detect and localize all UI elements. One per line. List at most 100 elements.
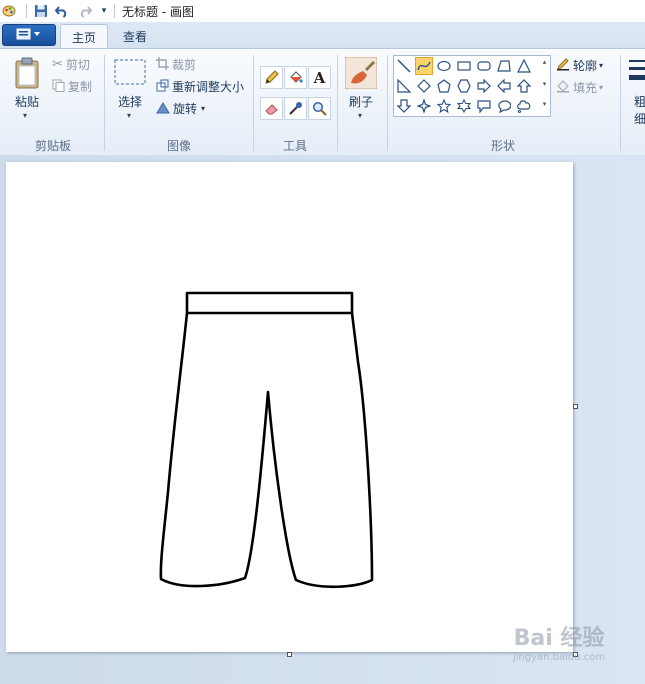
brush-button[interactable]: 刷子 ▾ [342,55,380,130]
pants-drawing [159,291,374,589]
title-separator [26,4,27,18]
group-separator [253,55,254,151]
brush-label: 刷子 [348,95,373,109]
select-rectangle-icon [114,59,146,88]
copy-button[interactable]: 复制 [52,78,92,95]
shapes-group-label: 形状 [490,139,515,153]
eraser-icon[interactable] [260,97,283,120]
pants-waistband [185,291,354,315]
file-menu-icon [16,28,42,43]
redo-icon[interactable] [76,3,92,19]
pentagon-shape-icon[interactable] [435,77,453,95]
cut-button[interactable]: ✂ 剪切 [52,56,90,73]
size-label-top: 粗 [634,95,645,109]
size-button[interactable]: 粗 细 [626,55,645,130]
cloud-callout-shape-icon[interactable] [515,97,533,115]
select-dropdown-icon: ▾ [127,111,132,120]
canvas-resize-handle-bottom[interactable] [287,652,292,657]
fill-shape-button[interactable]: 填充 ▾ [556,79,603,96]
paste-label: 粘贴 [14,95,39,109]
hexagon-shape-icon[interactable] [455,77,473,95]
rotate-dropdown-icon: ▾ [201,104,206,113]
copy-label: 复制 [68,80,93,94]
rotate-button[interactable]: 旋转 ▾ [156,100,205,117]
shapes-gallery: ▴ ▾ ▾ [393,55,551,117]
save-icon[interactable] [33,3,49,19]
size-label-bottom: 细 [634,112,645,126]
down-arrow-shape-icon[interactable] [395,97,413,115]
diamond-shape-icon[interactable] [415,77,433,95]
four-point-star-shape-icon[interactable] [415,97,433,115]
resize-label: 重新调整大小 [172,80,245,94]
fill-icon[interactable] [284,66,307,89]
tools-group-label: 工具 [282,139,307,153]
pencil-icon[interactable] [260,66,283,89]
fill-shape-label: 填充 [573,81,598,95]
shapes-scroll-up-icon[interactable]: ▴ [540,58,549,66]
rotate-icon [156,101,170,117]
rotate-label: 旋转 [173,102,198,116]
outline-icon [556,57,570,74]
left-arrow-shape-icon[interactable] [495,77,513,95]
window-title: 无标题 - 画图 [122,5,194,19]
triangle-shape-icon[interactable] [515,57,533,75]
shapes-scroll-down-icon[interactable]: ▾ [540,80,549,88]
baidu-watermark: Bai 经验 jingyan.baidu.com [494,620,624,663]
undo-icon[interactable] [54,3,70,19]
select-button[interactable]: 选择 ▾ [110,55,150,130]
resize-icon [156,79,169,95]
pants-legs-outline [159,311,374,589]
file-menu-button[interactable] [2,24,56,46]
outline-button[interactable]: 轮廓 ▾ [556,57,603,74]
oval-shape-icon[interactable] [435,57,453,75]
scissors-icon: ✂ [52,57,63,72]
tab-view[interactable]: 查看 [112,24,158,48]
right-arrow-shape-icon[interactable] [475,77,493,95]
ribbon-tab-row: 主页 查看 [0,22,645,49]
rounded-rectangle-shape-icon[interactable] [475,57,493,75]
rectangle-shape-icon[interactable] [455,57,473,75]
outline-label: 轮廓 [573,59,598,73]
group-separator [337,55,338,151]
canvas-resize-handle-right[interactable] [573,404,578,409]
brush-dropdown-icon: ▾ [358,111,363,120]
outline-dropdown-icon: ▾ [599,61,604,70]
crop-button[interactable]: 裁剪 [156,56,196,73]
six-point-star-shape-icon[interactable] [455,97,473,115]
group-separator [620,55,621,151]
select-label: 选择 [117,95,142,109]
rectangular-callout-shape-icon[interactable] [475,97,493,115]
oval-callout-shape-icon[interactable] [495,97,513,115]
customize-dropdown-icon[interactable]: ▾ [96,3,112,19]
resize-button[interactable]: 重新调整大小 [156,78,244,95]
up-arrow-shape-icon[interactable] [515,77,533,95]
clipboard-icon [14,57,40,92]
title-bar: ▾ 无标题 - 画图 [0,0,645,23]
image-group-label: 图像 [166,139,191,153]
cut-label: 剪切 [65,58,90,72]
fill-shape-dropdown-icon: ▾ [599,83,604,92]
group-separator [104,55,105,151]
curve-shape-icon[interactable] [415,57,433,75]
paint-app-icon[interactable] [1,3,17,19]
paste-button[interactable]: 粘贴 ▾ [8,55,46,130]
brush-icon [344,56,378,92]
color-picker-icon[interactable] [284,97,307,120]
line-shape-icon[interactable] [395,57,413,75]
polygon-shape-icon[interactable] [495,57,513,75]
five-point-star-shape-icon[interactable] [435,97,453,115]
right-triangle-shape-icon[interactable] [395,77,413,95]
text-icon[interactable]: A [308,66,331,89]
fill-bucket-icon [556,79,570,96]
crop-icon [156,56,169,73]
magnifier-icon[interactable] [308,97,331,120]
shapes-expand-icon[interactable]: ▾ [540,100,549,108]
clipboard-group-label: 剪贴板 [34,139,71,153]
drawing-canvas[interactable] [6,162,573,652]
paste-dropdown-icon: ▾ [23,111,28,120]
ribbon: 粘贴 ▾ ✂ 剪切 复制 剪贴板 选择 ▾ 裁剪 重新调整大小 旋转 ▾ 图像 … [0,48,645,156]
copy-icon [52,79,65,95]
watermark-url: jingyan.baidu.com [512,652,606,663]
watermark-logo-text: Bai 经验 [513,626,605,651]
tab-home[interactable]: 主页 [60,24,108,49]
